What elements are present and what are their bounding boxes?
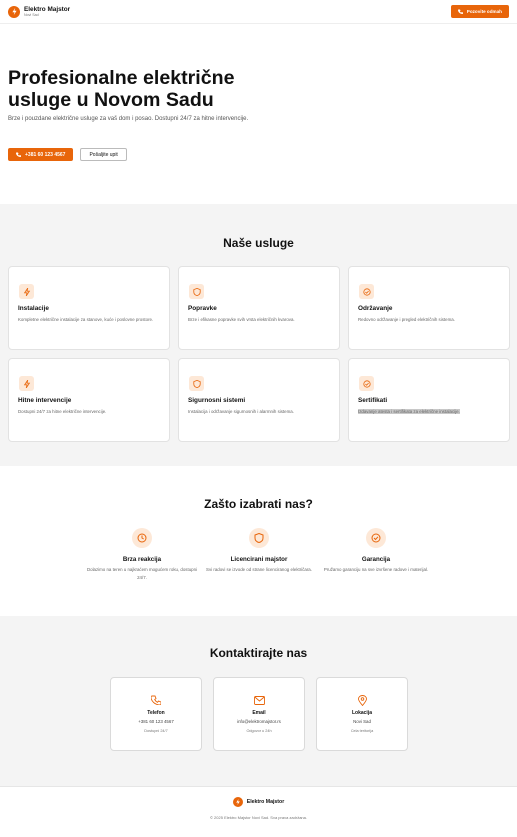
check-circle-icon xyxy=(359,376,374,391)
contact-card-title: Lokacija xyxy=(351,710,372,716)
service-description: Dostupni 24/7 za hitne električne interv… xyxy=(18,409,107,414)
service-card-hitne-intervencije[interactable]: Hitne intervencije Dostupni 24/7 za hitn… xyxy=(8,358,170,442)
hero-description: Brze i pouzdane električne usluge za vaš… xyxy=(8,116,249,122)
why-item-description: Svi radovi se izvode od strane licencira… xyxy=(206,567,312,572)
call-now-label: Pozovite odmah xyxy=(466,9,502,14)
service-title: Sertifikati xyxy=(358,397,388,404)
why-item-description: Dolazimo na teren u najkraćem mogućem ro… xyxy=(86,567,198,580)
footer-logo[interactable]: Elektro Majstor xyxy=(0,797,517,807)
bolt-logo-icon xyxy=(232,797,243,807)
contact-card-email[interactable]: Email info@elektromajstor.rs Odgovor u 2… xyxy=(213,677,305,751)
selected-text: Izdavanje atesta i sertifikata za elektr… xyxy=(358,409,460,414)
hero-phone-button[interactable]: +381 60 123 4567 xyxy=(8,148,74,161)
contact-card-note: Odgovor u 24h xyxy=(246,729,272,733)
service-title: Sigurnosni sistemi xyxy=(188,397,246,404)
service-card-sertifikati[interactable]: Sertifikati Izdavanje atesta i sertifika… xyxy=(348,358,510,442)
why-item-brza-reakcija: Brza reakcija Dolazimo na teren u najkra… xyxy=(82,528,202,582)
phone-icon xyxy=(457,9,463,14)
service-title: Hitne intervencije xyxy=(18,397,72,404)
phone-icon xyxy=(150,694,162,706)
shield-icon xyxy=(189,376,204,391)
service-description: Instalacija i održavanje sigurnosnih i a… xyxy=(188,409,294,414)
service-description: Redovno održavanje i pregled električnih… xyxy=(358,317,455,322)
contact-card-note: Cela teritorija xyxy=(350,729,374,733)
why-title: Zašto izabrati nas? xyxy=(204,497,313,511)
service-card-instalacije[interactable]: Instalacije Kompletne električne instala… xyxy=(8,266,170,350)
hero-section: Profesionalne električne usluge u Novom … xyxy=(0,24,517,204)
service-description: Brze i efikasne popravke svih vrsta elek… xyxy=(188,317,295,322)
contact-card-location[interactable]: Lokacija Novi Sad Cela teritorija xyxy=(316,677,408,751)
contact-section: Kontaktirajte nas Telefon +381 60 123 45… xyxy=(0,616,517,786)
why-item-description: Pružamo garanciju na sve izvršene radove… xyxy=(323,567,429,572)
footer-brand-name: Elektro Majstor xyxy=(246,799,285,805)
brand-city: Novi Sad xyxy=(24,13,39,17)
shield-icon xyxy=(189,284,204,299)
why-item-title: Brza reakcija xyxy=(122,556,162,563)
contact-card-phone[interactable]: Telefon +381 60 123 4567 Dostupni 24/7 xyxy=(110,677,202,751)
phone-icon xyxy=(16,152,21,157)
service-description: Izdavanje atesta i sertifikata za elektr… xyxy=(358,408,502,416)
service-card-sigurnosni-sistemi[interactable]: Sigurnosni sistemi Instalacija i održava… xyxy=(178,358,340,442)
service-title: Instalacije xyxy=(18,305,49,312)
services-section: Naše usluge Instalacije Kompletne elektr… xyxy=(0,204,517,466)
contact-card-value: +381 60 123 4567 xyxy=(138,719,174,724)
services-title: Naše usluge xyxy=(223,236,294,250)
contact-card-note: Dostupni 24/7 xyxy=(144,729,168,733)
contact-card-value: Novi Sad xyxy=(353,719,371,724)
service-card-odrzavanje[interactable]: Održavanje Redovno održavanje i pregled … xyxy=(348,266,510,350)
why-item-title: Licencirani majstor xyxy=(230,556,288,563)
shield-icon xyxy=(249,528,269,548)
clock-icon xyxy=(132,528,152,548)
service-title: Popravke xyxy=(188,305,217,312)
bolt-logo-icon xyxy=(8,5,20,18)
contact-card-title: Telefon xyxy=(147,710,165,716)
service-title: Održavanje xyxy=(358,305,393,312)
bolt-icon xyxy=(19,284,34,299)
site-footer: Elektro Majstor © 2025 Elektro Majstor N… xyxy=(0,786,517,837)
service-card-popravke[interactable]: Popravke Brze i efikasne popravke svih v… xyxy=(178,266,340,350)
send-inquiry-button[interactable]: Pošaljite upit xyxy=(80,148,127,161)
contact-card-title: Email xyxy=(252,710,266,716)
hero-title: Profesionalne električne usluge u Novom … xyxy=(8,67,235,111)
footer-copyright: © 2025 Elektro Majstor Novi Sad. Sva pra… xyxy=(210,815,307,820)
why-item-licencirani-majstor: Licencirani majstor Svi radovi se izvode… xyxy=(199,528,319,574)
mail-icon xyxy=(253,694,265,706)
call-now-button[interactable]: Pozovite odmah xyxy=(450,5,509,18)
why-item-garancija: Garancija Pružamo garanciju na sve izvrš… xyxy=(316,528,436,574)
send-inquiry-label: Pošaljite upit xyxy=(89,151,118,158)
why-item-title: Garancija xyxy=(361,556,391,563)
contact-card-value: info@elektromajstor.rs xyxy=(237,719,281,724)
service-description: Kompletne električne instalacije za stan… xyxy=(18,317,154,322)
hero-phone-label: +381 60 123 4567 xyxy=(25,151,66,158)
site-header: Elektro Majstor Novi Sad Pozovite odmah xyxy=(0,0,517,24)
brand-name: Elektro Majstor xyxy=(24,6,71,13)
check-circle-icon xyxy=(359,284,374,299)
check-circle-icon xyxy=(366,528,386,548)
logo[interactable]: Elektro Majstor Novi Sad xyxy=(8,5,71,18)
contact-title: Kontaktirajte nas xyxy=(209,646,308,660)
why-us-section: Zašto izabrati nas? Brza reakcija Dolazi… xyxy=(0,466,517,616)
bolt-icon xyxy=(19,376,34,391)
location-pin-icon xyxy=(356,694,368,706)
